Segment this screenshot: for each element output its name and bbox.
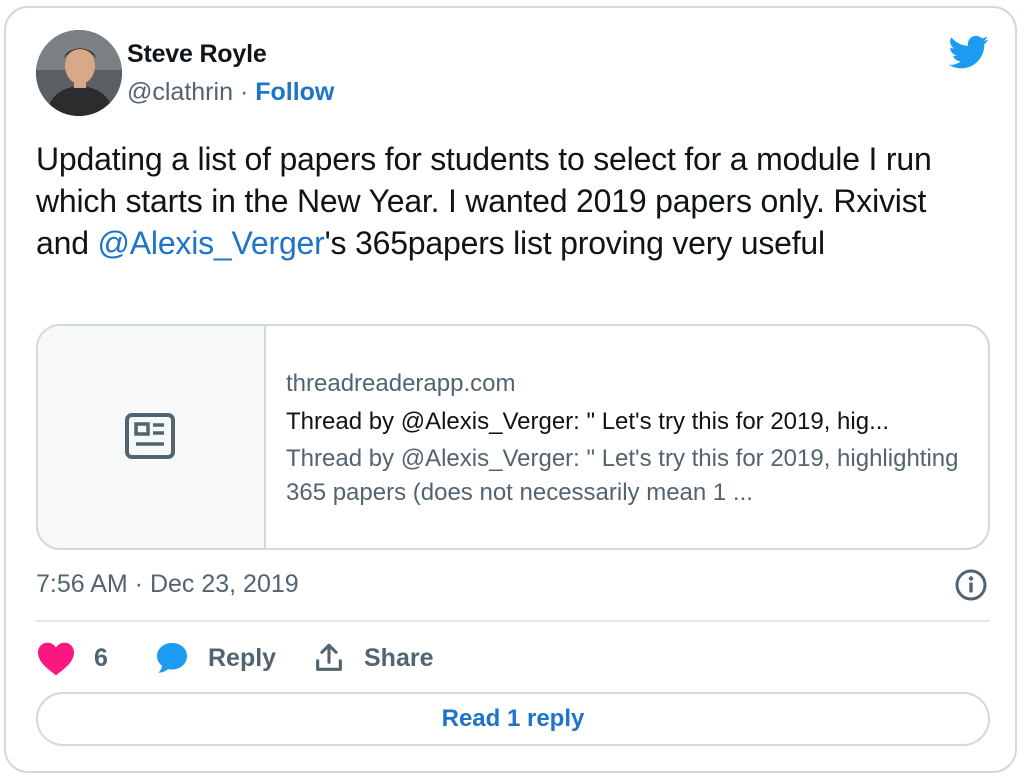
read-replies-button[interactable]: Read 1 reply xyxy=(36,692,990,746)
heart-icon xyxy=(38,642,74,676)
twitter-bird-icon[interactable] xyxy=(947,32,991,72)
tweet-timestamp[interactable]: 7:56 AM · Dec 23, 2019 xyxy=(36,570,299,599)
tweet-card: Steve Royle @clathrin · Follow Updating … xyxy=(4,6,1017,773)
link-domain: threadreaderapp.com xyxy=(286,370,516,397)
tweet-text: Updating a list of papers for students t… xyxy=(36,138,986,264)
info-icon[interactable] xyxy=(954,568,988,602)
reply-label: Reply xyxy=(208,643,277,672)
link-title: Thread by @Alexis_Verger: " Let's try th… xyxy=(286,408,890,435)
follow-link[interactable]: Follow xyxy=(255,78,334,106)
mention-link[interactable]: @Alexis_Verger xyxy=(97,225,324,261)
share-label: Share xyxy=(364,643,434,672)
read-replies-label: Read 1 reply xyxy=(441,705,585,732)
share-icon xyxy=(316,643,342,671)
link-description: Thread by @Alexis_Verger: " Let's try th… xyxy=(286,445,959,506)
news-article-icon xyxy=(125,413,175,459)
link-info: threadreaderapp.com Thread by @Alexis_Ve… xyxy=(286,366,976,510)
tweet-text-part-2: 's 365papers list proving very useful xyxy=(324,225,826,261)
author-handle-line: @clathrin · Follow xyxy=(127,78,334,107)
avatar[interactable] xyxy=(36,30,122,116)
like-count: 6 xyxy=(94,643,108,672)
like-button[interactable]: 6 xyxy=(36,638,108,678)
share-button[interactable]: Share xyxy=(312,638,433,678)
link-thumbnail xyxy=(38,326,266,548)
reply-button[interactable]: Reply xyxy=(154,638,276,678)
author-name[interactable]: Steve Royle xyxy=(127,40,267,69)
handle-separator: · xyxy=(239,78,249,106)
author-handle[interactable]: @clathrin xyxy=(127,78,233,106)
link-preview-card[interactable]: threadreaderapp.com Thread by @Alexis_Ve… xyxy=(36,324,990,550)
divider xyxy=(36,620,990,622)
reply-bubble-icon xyxy=(157,643,187,673)
